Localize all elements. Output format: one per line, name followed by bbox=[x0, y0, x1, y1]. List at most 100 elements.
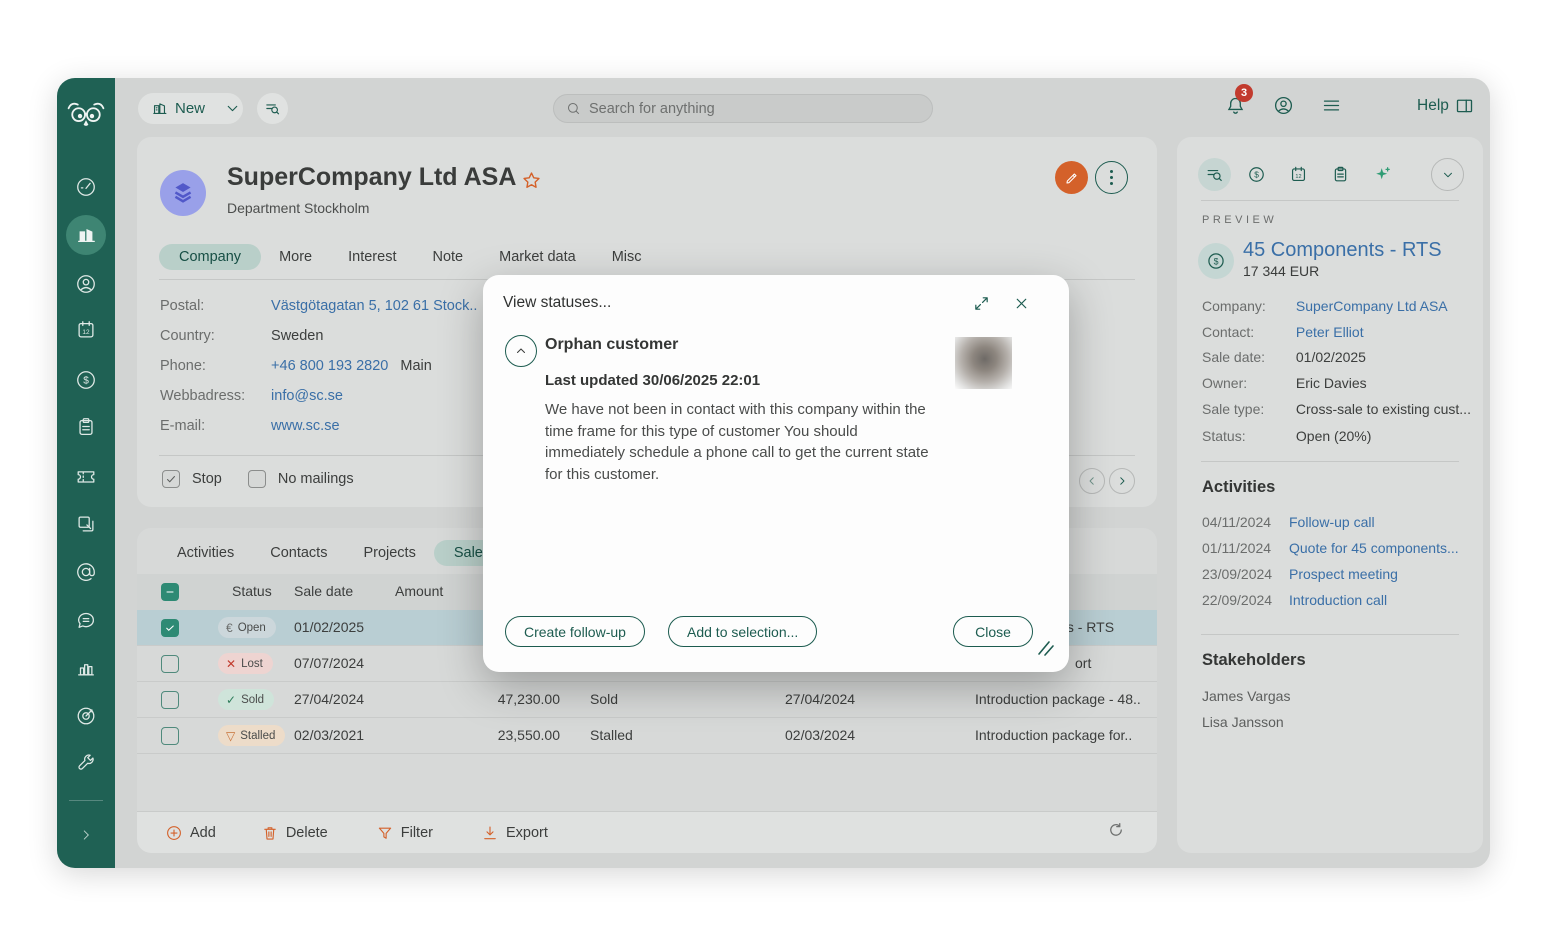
row-checkbox[interactable] bbox=[161, 619, 179, 637]
sidebar-item-sales[interactable]: $ bbox=[57, 360, 115, 400]
header-amount[interactable]: Amount bbox=[395, 583, 443, 599]
sidebar-item-targets[interactable] bbox=[57, 696, 115, 736]
sidebar-item-settings[interactable] bbox=[57, 744, 115, 784]
header-sale-date[interactable]: Sale date bbox=[294, 583, 353, 599]
edit-button[interactable] bbox=[1055, 161, 1088, 194]
stop-checkbox[interactable] bbox=[162, 470, 180, 488]
dollar-icon: $ bbox=[75, 369, 97, 391]
refresh-button[interactable] bbox=[1107, 821, 1125, 844]
menu-button[interactable] bbox=[1316, 90, 1346, 120]
preview-collapse-button[interactable] bbox=[1431, 158, 1464, 191]
delete-button[interactable]: Delete bbox=[261, 824, 328, 842]
sale-type-icon: $ bbox=[1198, 243, 1234, 279]
close-button[interactable]: Close bbox=[953, 616, 1033, 647]
create-follow-up-button[interactable]: Create follow-up bbox=[505, 616, 645, 647]
new-dropdown-button[interactable] bbox=[215, 100, 250, 117]
close-icon bbox=[1013, 295, 1030, 312]
tab-more[interactable]: More bbox=[261, 244, 330, 270]
filter-button[interactable]: Filter bbox=[376, 824, 433, 842]
close-dialog-button[interactable] bbox=[1010, 292, 1032, 314]
resize-handle[interactable] bbox=[1035, 638, 1057, 658]
sidebar-item-companies[interactable] bbox=[57, 215, 115, 255]
sidebar-item-documents[interactable] bbox=[57, 504, 115, 544]
contact-link[interactable]: Peter Elliot bbox=[1296, 324, 1364, 340]
tab-company[interactable]: Company bbox=[159, 244, 261, 270]
add-to-selection-button[interactable]: Add to selection... bbox=[668, 616, 817, 647]
prev-page-button[interactable] bbox=[1079, 468, 1105, 494]
add-button[interactable]: Add bbox=[165, 824, 216, 842]
sidebar-item-projects[interactable] bbox=[57, 407, 115, 447]
preview-list-button[interactable] bbox=[1198, 158, 1231, 191]
plus-circle-icon bbox=[165, 824, 183, 842]
help-button[interactable]: Help bbox=[1417, 97, 1449, 115]
sidebar-item-chat[interactable] bbox=[57, 600, 115, 640]
sidebar-item-dashboard[interactable] bbox=[57, 167, 115, 207]
tab-interest[interactable]: Interest bbox=[330, 244, 414, 270]
table-row[interactable]: ▽Stalled 02/03/2021 23,550.00 Stalled 02… bbox=[137, 718, 1157, 754]
preview-sale-button[interactable]: $ bbox=[1240, 158, 1273, 191]
preview-ai-button[interactable] bbox=[1366, 158, 1399, 191]
sidebar-item-tickets[interactable] bbox=[57, 456, 115, 496]
preview-calendar-button[interactable]: 12 bbox=[1282, 158, 1315, 191]
profile-button[interactable] bbox=[1268, 90, 1298, 120]
favorite-star-icon[interactable] bbox=[521, 170, 542, 191]
search-bar[interactable] bbox=[553, 94, 933, 123]
sidebar-item-contacts[interactable] bbox=[57, 264, 115, 304]
svg-text:12: 12 bbox=[1295, 174, 1301, 180]
select-all-checkbox[interactable] bbox=[161, 583, 179, 601]
activity-link[interactable]: Quote for 45 components... bbox=[1289, 540, 1459, 556]
dollar-icon: $ bbox=[1247, 165, 1266, 184]
preview-field-company: Company: SuperCompany Ltd ASA bbox=[1202, 298, 1448, 314]
search-input[interactable] bbox=[589, 101, 909, 117]
no-mailings-checkbox[interactable] bbox=[248, 470, 266, 488]
sidebar-expand-button[interactable] bbox=[57, 820, 115, 850]
preview-clipboard-button[interactable] bbox=[1324, 158, 1357, 191]
table-row[interactable]: ✓Sold 27/04/2024 47,230.00 Sold 27/04/20… bbox=[137, 682, 1157, 718]
preview-field-sale-type: Sale type: Cross-sale to existing cust..… bbox=[1202, 401, 1471, 417]
header-status[interactable]: Status bbox=[232, 583, 272, 599]
webaddress-link[interactable]: info@sc.se bbox=[271, 388, 343, 404]
phone-link[interactable]: +46 800 193 2820 bbox=[271, 358, 388, 374]
activity-link[interactable]: Prospect meeting bbox=[1289, 566, 1398, 582]
dashboard-icon bbox=[75, 176, 97, 198]
new-button[interactable]: New bbox=[138, 100, 215, 117]
tab-contacts[interactable]: Contacts bbox=[252, 540, 345, 566]
preview-field-contact: Contact: Peter Elliot bbox=[1202, 324, 1364, 340]
preview-sale-title[interactable]: 45 Components - RTS bbox=[1243, 239, 1442, 262]
mailing-options: Stop No mailings bbox=[162, 470, 354, 488]
tab-misc[interactable]: Misc bbox=[594, 244, 660, 270]
find-button[interactable] bbox=[257, 93, 288, 124]
expand-dialog-button[interactable] bbox=[970, 292, 992, 314]
notifications-button[interactable]: 3 bbox=[1220, 90, 1250, 120]
tab-activities[interactable]: Activities bbox=[159, 540, 252, 566]
sidebar-item-mailings[interactable] bbox=[57, 552, 115, 592]
company-link[interactable]: SuperCompany Ltd ASA bbox=[1296, 298, 1448, 314]
activity-link[interactable]: Follow-up call bbox=[1289, 514, 1375, 530]
tab-projects[interactable]: Projects bbox=[345, 540, 433, 566]
divider bbox=[1201, 200, 1459, 201]
bar-chart-icon bbox=[75, 657, 97, 679]
tab-market-data[interactable]: Market data bbox=[481, 244, 594, 270]
sidebar-item-diary[interactable]: 12 bbox=[57, 310, 115, 350]
sidebar-item-reports[interactable] bbox=[57, 648, 115, 688]
field-phone: Phone: +46 800 193 2820 Main bbox=[160, 358, 432, 374]
activity-link[interactable]: Introduction call bbox=[1289, 592, 1387, 608]
postal-link[interactable]: Västgötagatan 5, 102 61 Stock.. bbox=[271, 298, 477, 314]
row-checkbox[interactable] bbox=[161, 691, 179, 709]
list-search-icon bbox=[264, 100, 281, 117]
clipboard-icon bbox=[1331, 165, 1350, 184]
collapse-status-button[interactable] bbox=[505, 335, 537, 367]
status-image bbox=[955, 337, 1012, 389]
export-button[interactable]: Export bbox=[481, 824, 548, 842]
email-link[interactable]: www.sc.se bbox=[271, 418, 340, 434]
preview-field-status: Status: Open (20%) bbox=[1202, 428, 1371, 444]
more-actions-button[interactable] bbox=[1095, 161, 1128, 194]
next-page-button[interactable] bbox=[1109, 468, 1135, 494]
tab-note[interactable]: Note bbox=[414, 244, 481, 270]
documents-icon bbox=[75, 513, 97, 535]
side-panel-toggle[interactable] bbox=[1449, 90, 1479, 120]
svg-text:$: $ bbox=[1254, 170, 1259, 180]
row-checkbox[interactable] bbox=[161, 655, 179, 673]
row-checkbox[interactable] bbox=[161, 727, 179, 745]
divider bbox=[1201, 634, 1459, 635]
